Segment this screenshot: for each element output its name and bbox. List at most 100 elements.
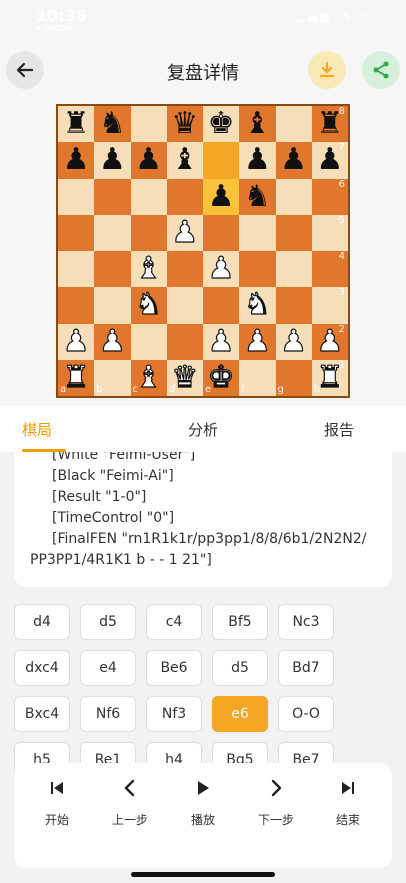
square-h8[interactable]: ♜ 8 <box>311 106 348 143</box>
square-b8[interactable]: ♞ <box>94 106 131 143</box>
tab-report[interactable]: 报告 <box>324 419 354 440</box>
square-g1[interactable]: g <box>275 359 312 396</box>
square-d3[interactable] <box>166 287 203 324</box>
square-h3[interactable]: 3 <box>311 287 348 324</box>
move-button[interactable]: dxc4 <box>14 650 70 686</box>
square-e4[interactable]: ♟ <box>203 251 240 288</box>
square-b3[interactable] <box>94 287 131 324</box>
square-a7[interactable]: ♟ <box>58 142 95 179</box>
white-bishop-icon[interactable]: ♝ <box>135 362 163 393</box>
chess-board[interactable]: ♜ ♞ ♛ ♚ ♝ ♜ 8 ♟ ♟ ♟ ♝ ♟ ♟ ♟ 7 ♟ ♞ 6 ♟ 5 ♝ ♟ 4 ♞ ♞ 3 ♟ ♟ ♟ ♟ ♟ ♟ 2 ♜ a b ♝ c ♛ d… <box>56 104 350 398</box>
move-button[interactable]: c4 <box>146 604 202 640</box>
square-g2[interactable]: ♟ <box>275 323 312 360</box>
square-c3[interactable]: ♞ <box>130 287 167 324</box>
square-h5[interactable]: 5 <box>311 214 348 251</box>
square-e5[interactable] <box>203 214 240 251</box>
square-h4[interactable]: 4 <box>311 251 348 288</box>
square-f1[interactable]: f <box>239 359 276 396</box>
white-king-icon[interactable]: ♚ <box>207 362 235 393</box>
black-bishop-icon[interactable]: ♝ <box>244 109 271 139</box>
move-button[interactable]: Bxc4 <box>14 696 70 732</box>
square-g5[interactable] <box>275 214 312 251</box>
square-f2[interactable]: ♟ <box>239 323 276 360</box>
square-a4[interactable] <box>58 251 95 288</box>
tab-game[interactable]: 棋局 <box>22 419 52 440</box>
square-a2[interactable]: ♟ <box>58 323 95 360</box>
square-c6[interactable] <box>130 178 167 215</box>
square-d8[interactable]: ♛ <box>166 106 203 143</box>
move-button[interactable]: Be6 <box>146 650 202 686</box>
square-e7[interactable] <box>203 142 240 179</box>
square-b4[interactable] <box>94 251 131 288</box>
white-pawn-icon[interactable]: ♟ <box>207 326 235 357</box>
square-e6[interactable]: ♟ <box>203 178 240 215</box>
square-e8[interactable]: ♚ <box>203 106 240 143</box>
move-button[interactable]: O-O <box>278 696 334 732</box>
square-h7[interactable]: ♟ 7 <box>311 142 348 179</box>
square-b7[interactable]: ♟ <box>94 142 131 179</box>
black-pawn-icon[interactable]: ♟ <box>99 145 126 175</box>
black-bishop-icon[interactable]: ♝ <box>171 145 198 175</box>
white-pawn-icon[interactable]: ♟ <box>207 253 235 284</box>
black-pawn-icon[interactable]: ♟ <box>135 145 162 175</box>
square-a8[interactable]: ♜ <box>58 106 95 143</box>
black-pawn-icon[interactable]: ♟ <box>280 145 307 175</box>
square-f5[interactable] <box>239 214 276 251</box>
status-back-to-app[interactable]: ◂ WeChat <box>36 24 74 33</box>
white-bishop-icon[interactable]: ♝ <box>135 253 163 284</box>
move-button[interactable]: e4 <box>80 650 136 686</box>
move-button[interactable]: Nc3 <box>278 604 334 640</box>
pgn-panel[interactable]: [White "Feimi-User"] [Black "Feimi-Ai"] … <box>14 452 392 587</box>
white-pawn-icon[interactable]: ♟ <box>243 326 271 357</box>
download-button[interactable] <box>308 51 346 89</box>
square-e1[interactable]: ♚ e <box>203 359 240 396</box>
black-pawn-icon[interactable]: ♟ <box>208 181 235 212</box>
white-pawn-icon[interactable]: ♟ <box>171 217 199 248</box>
white-rook-icon[interactable]: ♜ <box>62 362 90 393</box>
move-button[interactable]: Nf6 <box>80 696 136 732</box>
move-button[interactable]: Bd7 <box>278 650 334 686</box>
square-c1[interactable]: ♝ c <box>130 359 167 396</box>
square-e2[interactable]: ♟ <box>203 323 240 360</box>
square-c2[interactable] <box>130 323 167 360</box>
black-knight-icon[interactable]: ♞ <box>99 109 126 139</box>
tab-analysis[interactable]: 分析 <box>188 419 218 440</box>
square-g8[interactable] <box>275 106 312 143</box>
square-c8[interactable] <box>130 106 167 143</box>
square-f8[interactable]: ♝ <box>239 106 276 143</box>
black-knight-icon[interactable]: ♞ <box>244 181 271 212</box>
square-c5[interactable] <box>130 214 167 251</box>
move-button[interactable]: d5 <box>212 650 268 686</box>
white-pawn-icon[interactable]: ♟ <box>280 326 308 357</box>
control-play-button[interactable]: 播放 <box>173 779 233 828</box>
square-a3[interactable] <box>58 287 95 324</box>
share-button[interactable] <box>362 51 400 89</box>
move-button[interactable]: d5 <box>80 604 136 640</box>
black-queen-icon[interactable]: ♛ <box>171 109 198 139</box>
control-chevron-left-button[interactable]: 上一步 <box>100 779 160 828</box>
square-b2[interactable]: ♟ <box>94 323 131 360</box>
square-d4[interactable] <box>166 251 203 288</box>
black-pawn-icon[interactable]: ♟ <box>63 145 90 175</box>
square-e3[interactable] <box>203 287 240 324</box>
square-a5[interactable] <box>58 214 95 251</box>
square-a6[interactable] <box>58 178 95 215</box>
move-button[interactable]: d4 <box>14 604 70 640</box>
square-g3[interactable] <box>275 287 312 324</box>
control-skip-end-button[interactable]: 结束 <box>318 779 378 828</box>
white-queen-icon[interactable]: ♛ <box>171 362 199 393</box>
square-f6[interactable]: ♞ <box>239 178 276 215</box>
white-pawn-icon[interactable]: ♟ <box>62 326 90 357</box>
square-g4[interactable] <box>275 251 312 288</box>
square-g6[interactable] <box>275 178 312 215</box>
square-g7[interactable]: ♟ <box>275 142 312 179</box>
black-pawn-icon[interactable]: ♟ <box>244 145 271 175</box>
square-d6[interactable] <box>166 178 203 215</box>
square-d7[interactable]: ♝ <box>166 142 203 179</box>
square-c4[interactable]: ♝ <box>130 251 167 288</box>
white-knight-icon[interactable]: ♞ <box>243 289 271 320</box>
square-d5[interactable]: ♟ <box>166 214 203 251</box>
square-f4[interactable] <box>239 251 276 288</box>
control-chevron-right-button[interactable]: 下一步 <box>246 779 306 828</box>
square-b5[interactable] <box>94 214 131 251</box>
